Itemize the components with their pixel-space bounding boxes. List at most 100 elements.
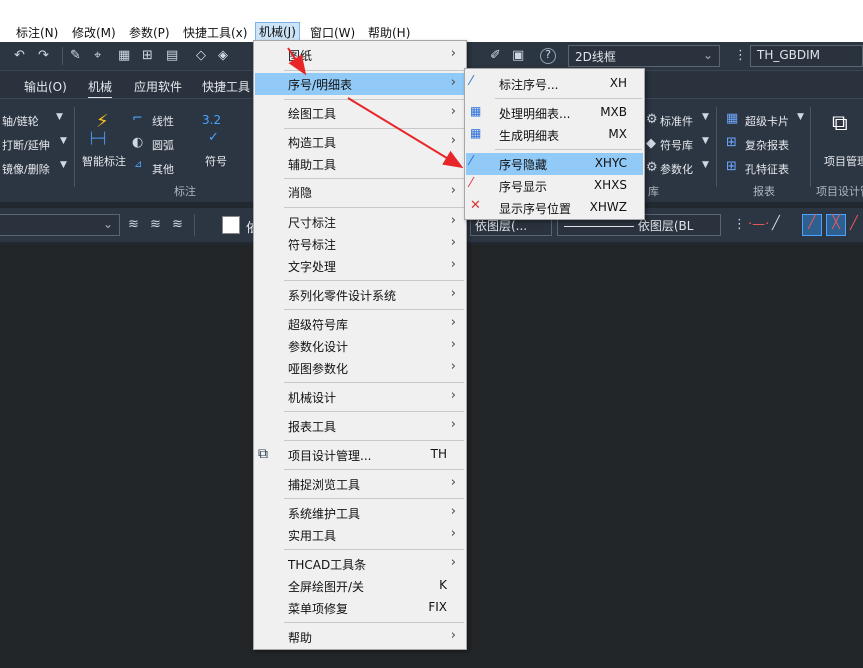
dropdown-icon[interactable]: ▼ bbox=[797, 113, 804, 122]
dropdown-icon[interactable]: ▼ bbox=[702, 137, 709, 146]
plotstyle-icon[interactable]: ╳ bbox=[826, 214, 846, 236]
layer-state-dropdown[interactable]: ⌄ bbox=[0, 214, 120, 236]
arc-button[interactable]: 圆弧 bbox=[152, 137, 174, 153]
menu-item-thcad-toolbar[interactable]: THCAD工具条 › bbox=[255, 553, 465, 575]
group-annotation-label: 标注 bbox=[174, 185, 196, 198]
menu-item-report-tools[interactable]: 报表工具 › bbox=[255, 415, 465, 437]
symbol-button[interactable]: 符号 bbox=[205, 153, 227, 169]
more-icon[interactable]: ╱ bbox=[850, 217, 858, 230]
grid-icon[interactable]: ▦ bbox=[118, 49, 130, 62]
mirror-delete-button[interactable]: 镜像/删除 bbox=[2, 161, 50, 177]
select-filter-icon[interactable]: ⊞ bbox=[142, 49, 153, 62]
menu-quicktools[interactable]: 快捷工具(x) bbox=[183, 24, 247, 41]
menu-item-drawing-tools[interactable]: 绘图工具 › bbox=[255, 102, 465, 124]
pick-icon[interactable]: ✎ bbox=[70, 49, 81, 62]
submenu-item-annotate-balloon[interactable]: ⁄ 标注序号... XH bbox=[466, 73, 643, 95]
menu-item-help[interactable]: 帮助 › bbox=[255, 626, 465, 648]
shaft-sprocket-button[interactable]: 轴/链轮 bbox=[2, 113, 39, 129]
menu-item-fullscreen[interactable]: 全屏绘图开/关 K bbox=[255, 575, 465, 597]
symbol-lib-button[interactable]: 符号库 bbox=[660, 137, 693, 153]
linewidth-icon[interactable]: ·—· bbox=[748, 218, 769, 231]
box-icon[interactable]: ◇ bbox=[196, 49, 206, 62]
menu-annotate[interactable]: 标注(N) bbox=[16, 24, 58, 41]
tab-mechanical[interactable]: 机械 bbox=[88, 78, 113, 99]
menu-separator bbox=[284, 128, 464, 129]
menu-item-construct-tools[interactable]: 构造工具 › bbox=[255, 131, 465, 153]
layer-match-icon[interactable]: ≋ bbox=[128, 218, 139, 231]
color-swatch[interactable] bbox=[222, 216, 240, 234]
menu-item-utilities[interactable]: 实用工具 › bbox=[255, 524, 465, 546]
dropdown-icon[interactable]: ▼ bbox=[56, 113, 63, 122]
chevron-right-icon: › bbox=[450, 104, 456, 119]
tab-quicktools[interactable]: 快捷工具 bbox=[202, 78, 250, 95]
menu-item-aux-tools[interactable]: 辅助工具 › bbox=[255, 153, 465, 175]
layer-icon[interactable]: ▤ bbox=[166, 49, 178, 62]
complex-report-button[interactable]: 复杂报表 bbox=[745, 137, 789, 153]
transparency-icon[interactable]: ╱ bbox=[802, 214, 822, 236]
menu-item-sys-maint[interactable]: 系统维护工具 › bbox=[255, 502, 465, 524]
menu-item-snap-browse[interactable]: 捕捉浏览工具 › bbox=[255, 473, 465, 495]
calculator-icon[interactable]: ▣ bbox=[512, 49, 524, 62]
project-manager-icon: ⧉ bbox=[258, 446, 268, 462]
dropdown-icon[interactable]: ▼ bbox=[60, 137, 67, 146]
menu-help[interactable]: 帮助(H) bbox=[368, 24, 410, 41]
menu-mechanical[interactable]: 机械(J) bbox=[255, 22, 300, 41]
submenu-item-generate-bom[interactable]: ▦ 生成明细表 MX bbox=[466, 124, 643, 146]
menu-item-super-symbol-lib[interactable]: 超级符号库 › bbox=[255, 313, 465, 335]
tab-apps[interactable]: 应用软件 bbox=[134, 78, 182, 95]
undo-icon[interactable]: ↶ bbox=[14, 49, 25, 62]
menu-item-symbol-annotation[interactable]: 符号标注 › bbox=[255, 233, 465, 255]
layer-iso-icon[interactable]: ≋ bbox=[172, 218, 183, 231]
project-manager-button[interactable]: 项目管理 bbox=[824, 153, 863, 169]
dimension-icon: ├─┤ bbox=[88, 132, 108, 145]
break-extend-button[interactable]: 打断/延伸 bbox=[2, 137, 50, 153]
dropdown-icon[interactable]: ▼ bbox=[702, 113, 709, 122]
menu-item-drawing[interactable]: 图纸 › bbox=[255, 44, 465, 66]
menu-modify[interactable]: 修改(M) bbox=[72, 24, 116, 41]
menu-separator bbox=[495, 98, 642, 99]
param-button[interactable]: 参数化 bbox=[660, 161, 693, 177]
menu-separator bbox=[284, 549, 464, 550]
redo-icon[interactable]: ↷ bbox=[38, 49, 49, 62]
line-icon[interactable]: ╱ bbox=[772, 217, 780, 230]
menu-item-project-manager[interactable]: ⧉ 项目设计管理... TH bbox=[255, 444, 465, 466]
menu-item-menu-repair[interactable]: 菜单项修复 FIX bbox=[255, 597, 465, 619]
linear-button[interactable]: 线性 bbox=[152, 113, 174, 129]
menu-window[interactable]: 窗口(W) bbox=[310, 24, 355, 41]
view-icon[interactable]: ◈ bbox=[218, 49, 228, 62]
submenu-item-balloon-position[interactable]: ✕ 显示序号位置 XHWZ bbox=[466, 197, 643, 219]
other-button[interactable]: 其他 bbox=[152, 161, 174, 177]
menu-item-param-design[interactable]: 参数化设计 › bbox=[255, 335, 465, 357]
layer-prev-icon[interactable]: ≋ bbox=[150, 218, 161, 231]
submenu-item-hide-balloon[interactable]: ⁄ 序号隐藏 XHYC bbox=[466, 153, 643, 175]
dropdown-icon[interactable]: ▼ bbox=[702, 161, 709, 170]
menu-item-text-processing[interactable]: 文字处理 › bbox=[255, 255, 465, 277]
submenu-item-show-balloon[interactable]: ⁄ 序号显示 XHXS bbox=[466, 175, 643, 197]
menu-params[interactable]: 参数(P) bbox=[129, 24, 170, 41]
hole-table-button[interactable]: 孔特征表 bbox=[745, 161, 789, 177]
select-icon[interactable]: ⌖ bbox=[94, 49, 101, 62]
smart-dim-button[interactable]: 智能标注 bbox=[82, 153, 126, 169]
ribbon-divider bbox=[716, 107, 717, 187]
dropdown-icon[interactable]: ▼ bbox=[60, 161, 67, 170]
menu-separator bbox=[284, 309, 464, 310]
menu-item-balloon-bom[interactable]: 序号/明细表 › bbox=[255, 73, 465, 95]
menu-item-dumb-param[interactable]: 哑图参数化 › bbox=[255, 357, 465, 379]
dimstyle-dropdown[interactable]: TH_GBDIM bbox=[750, 45, 863, 67]
chevron-right-icon: › bbox=[450, 133, 456, 148]
visual-style-value: 2D线框 bbox=[575, 50, 616, 64]
menu-separator bbox=[495, 149, 642, 150]
submenu-item-process-bom[interactable]: ▦ 处理明细表... MXB bbox=[466, 102, 643, 124]
tab-output[interactable]: 输出(O) bbox=[24, 78, 67, 95]
menu-item-series-part-design[interactable]: 系列化零件设计系统 › bbox=[255, 284, 465, 306]
chevron-right-icon: › bbox=[450, 257, 456, 272]
super-card-button[interactable]: 超级卡片 bbox=[745, 113, 789, 129]
chevron-right-icon: › bbox=[450, 555, 456, 570]
menu-item-hide[interactable]: 消隐 › bbox=[255, 181, 465, 203]
visual-style-dropdown[interactable]: 2D线框 ⌄ bbox=[568, 45, 720, 67]
pencil-icon[interactable]: ✐ bbox=[490, 49, 501, 62]
menu-item-mech-design[interactable]: 机械设计 › bbox=[255, 386, 465, 408]
standard-part-button[interactable]: 标准件 bbox=[660, 113, 693, 129]
menu-item-dimension[interactable]: 尺寸标注 › bbox=[255, 211, 465, 233]
help-icon[interactable]: ? bbox=[540, 48, 556, 64]
